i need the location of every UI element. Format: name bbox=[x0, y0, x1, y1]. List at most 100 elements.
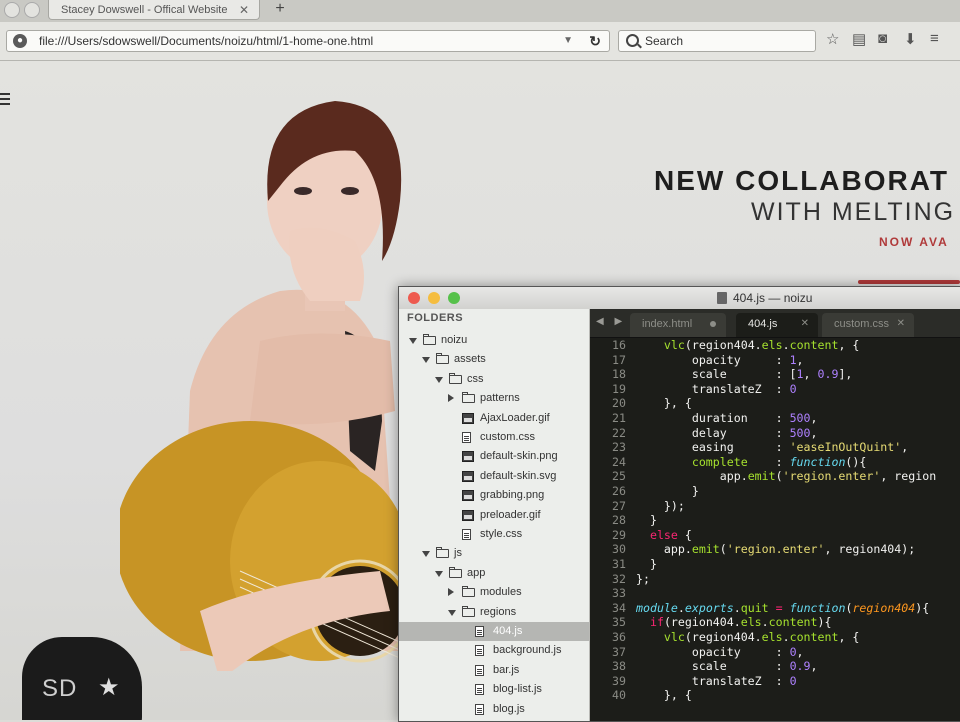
folder-icon bbox=[449, 566, 462, 578]
line-number: 16 bbox=[612, 338, 626, 352]
line-number: 18 bbox=[612, 367, 626, 382]
tree-item-blog-js[interactable]: blog.js bbox=[399, 700, 589, 719]
tree-item-default-skin-png[interactable]: default-skin.png bbox=[399, 447, 589, 466]
close-icon[interactable]: ✕ bbox=[239, 0, 249, 20]
code-text: else { bbox=[649, 527, 692, 542]
tree-item-assets[interactable]: assets bbox=[399, 350, 589, 369]
code-text: } bbox=[636, 513, 657, 528]
line-number: 30 bbox=[612, 542, 626, 557]
unsaved-dot-icon[interactable] bbox=[710, 321, 716, 327]
image-file-icon bbox=[462, 490, 474, 502]
browser-tab-title: Stacey Dowswell - Offical Website bbox=[61, 4, 228, 16]
tree-item-label: preloader.gif bbox=[480, 508, 541, 521]
tree-item-bar-js[interactable]: bar.js bbox=[399, 661, 589, 680]
tree-item-label: noizu bbox=[441, 334, 468, 346]
code-text: vlc(region404.els.content, { bbox=[663, 338, 860, 352]
code-line: 38 scale : 0.9, bbox=[590, 659, 960, 674]
tree-item-regions[interactable]: regions bbox=[399, 603, 589, 622]
tree-item-ajaxloader-gif[interactable]: AjaxLoader.gif bbox=[399, 409, 589, 428]
tree-item-patterns[interactable]: patterns bbox=[399, 389, 589, 408]
tab-index-html[interactable]: index.html bbox=[630, 313, 726, 337]
tab-label: custom.css bbox=[834, 318, 890, 330]
tree-item-custom-css[interactable]: custom.css bbox=[399, 428, 589, 447]
tree-item-blog-list-js[interactable]: blog-list.js bbox=[399, 680, 589, 699]
tree-item-js[interactable]: js bbox=[399, 544, 589, 563]
hero-headline: NEW COLLABORAT bbox=[654, 165, 949, 196]
hamburger-menu-icon[interactable] bbox=[0, 93, 10, 108]
code-text: duration : 500, bbox=[636, 411, 818, 425]
tree-item-modules[interactable]: modules bbox=[399, 583, 589, 602]
tree-item-noizu[interactable]: noizu bbox=[399, 331, 589, 350]
tree-item-label: blog-list.js bbox=[493, 683, 542, 696]
file-icon bbox=[475, 645, 484, 657]
tree-item-app[interactable]: app bbox=[399, 564, 589, 583]
bookmark-star-icon[interactable]: ☆ bbox=[826, 30, 839, 48]
close-tab-icon[interactable]: ✕ bbox=[897, 313, 905, 335]
code-text: module.exports.quit = function(region404… bbox=[636, 600, 930, 615]
tree-item-preloader-gif[interactable]: preloader.gif bbox=[399, 506, 589, 525]
hero-cta-text[interactable]: NOW AVA bbox=[879, 235, 949, 249]
artist-photo bbox=[120, 101, 420, 671]
code-text: }, { bbox=[636, 688, 692, 703]
tree-item-default-skin-svg[interactable]: default-skin.svg bbox=[399, 467, 589, 486]
line-number: 25 bbox=[612, 469, 626, 484]
line-number: 33 bbox=[612, 586, 626, 601]
tree-item-background-js[interactable]: background.js bbox=[399, 641, 589, 660]
code-line: 31 } bbox=[590, 557, 960, 572]
image-file-icon bbox=[462, 509, 474, 521]
tab-custom-css[interactable]: custom.css ✕ bbox=[822, 313, 914, 337]
line-number: 34 bbox=[612, 600, 626, 615]
disclosure-open-icon[interactable] bbox=[422, 551, 430, 558]
disclosure-open-icon[interactable] bbox=[448, 609, 456, 616]
logo-badge[interactable]: SD ★ bbox=[22, 637, 142, 720]
download-icon[interactable]: ⬇ bbox=[904, 30, 917, 48]
code-line: 20 }, { bbox=[590, 396, 960, 411]
close-tab-icon[interactable]: ✕ bbox=[801, 313, 809, 335]
pocket-icon[interactable]: ◙ bbox=[878, 30, 887, 47]
code-area[interactable]: 16 vlc(region404.els.content, {17 opacit… bbox=[590, 337, 960, 721]
code-text: complete : function(){ bbox=[691, 454, 867, 469]
line-number: 19 bbox=[612, 381, 626, 396]
code-line: 26 } bbox=[590, 484, 960, 499]
tree-item-label: bar.js bbox=[493, 663, 520, 676]
tab-nav-arrows[interactable]: ◀ ▶ bbox=[596, 309, 626, 335]
search-input[interactable]: Search bbox=[618, 30, 816, 52]
code-text: } bbox=[636, 557, 657, 571]
reading-list-icon[interactable]: ▤ bbox=[852, 30, 866, 48]
tree-item-label: js bbox=[454, 547, 462, 560]
dropdown-arrow-icon[interactable]: ▼ bbox=[563, 31, 573, 51]
disclosure-open-icon[interactable] bbox=[422, 357, 430, 364]
line-number: 40 bbox=[612, 688, 626, 703]
reload-icon[interactable]: ↻ bbox=[589, 31, 601, 51]
browser-tab[interactable]: Stacey Dowswell - Offical Website ✕ bbox=[48, 0, 260, 20]
tree-item-css[interactable]: css bbox=[399, 370, 589, 389]
code-text: delay : 500, bbox=[636, 425, 818, 440]
url-bar[interactable]: ● file:///Users/sdowswell/Documents/noiz… bbox=[6, 30, 610, 52]
new-tab-button[interactable]: + bbox=[266, 0, 294, 20]
code-line: 21 duration : 500, bbox=[590, 411, 960, 426]
tab-404-js[interactable]: 404.js ✕ bbox=[736, 313, 818, 337]
line-number: 35 bbox=[612, 615, 626, 630]
folder-icon bbox=[436, 353, 449, 365]
browser-tabstrip: Stacey Dowswell - Offical Website ✕ + bbox=[0, 0, 960, 23]
code-line: 23 easing : 'easeInOutQuint', bbox=[590, 440, 960, 455]
close-window-button[interactable] bbox=[408, 292, 420, 304]
line-number: 22 bbox=[612, 425, 626, 440]
disclosure-open-icon[interactable] bbox=[409, 338, 417, 344]
tree-item-grabbing-png[interactable]: grabbing.png bbox=[399, 486, 589, 505]
disclosure-closed-icon[interactable] bbox=[448, 394, 454, 403]
disclosure-closed-icon[interactable] bbox=[448, 588, 454, 597]
tree-item-style-css[interactable]: style.css bbox=[399, 525, 589, 544]
line-number: 24 bbox=[612, 454, 626, 469]
code-line: 19 translateZ : 0 bbox=[590, 382, 960, 397]
zoom-window-button[interactable] bbox=[448, 292, 460, 304]
window-button[interactable] bbox=[24, 2, 40, 18]
minimize-window-button[interactable] bbox=[428, 292, 440, 304]
disclosure-open-icon[interactable] bbox=[435, 376, 443, 383]
tree-item-label: default-skin.svg bbox=[480, 469, 557, 482]
hero-cta-underline bbox=[858, 280, 960, 284]
tree-item-404-js[interactable]: 404.js bbox=[399, 622, 589, 641]
disclosure-open-icon[interactable] bbox=[435, 570, 443, 577]
menu-icon[interactable]: ≡ bbox=[930, 30, 939, 47]
window-button[interactable] bbox=[4, 2, 20, 18]
